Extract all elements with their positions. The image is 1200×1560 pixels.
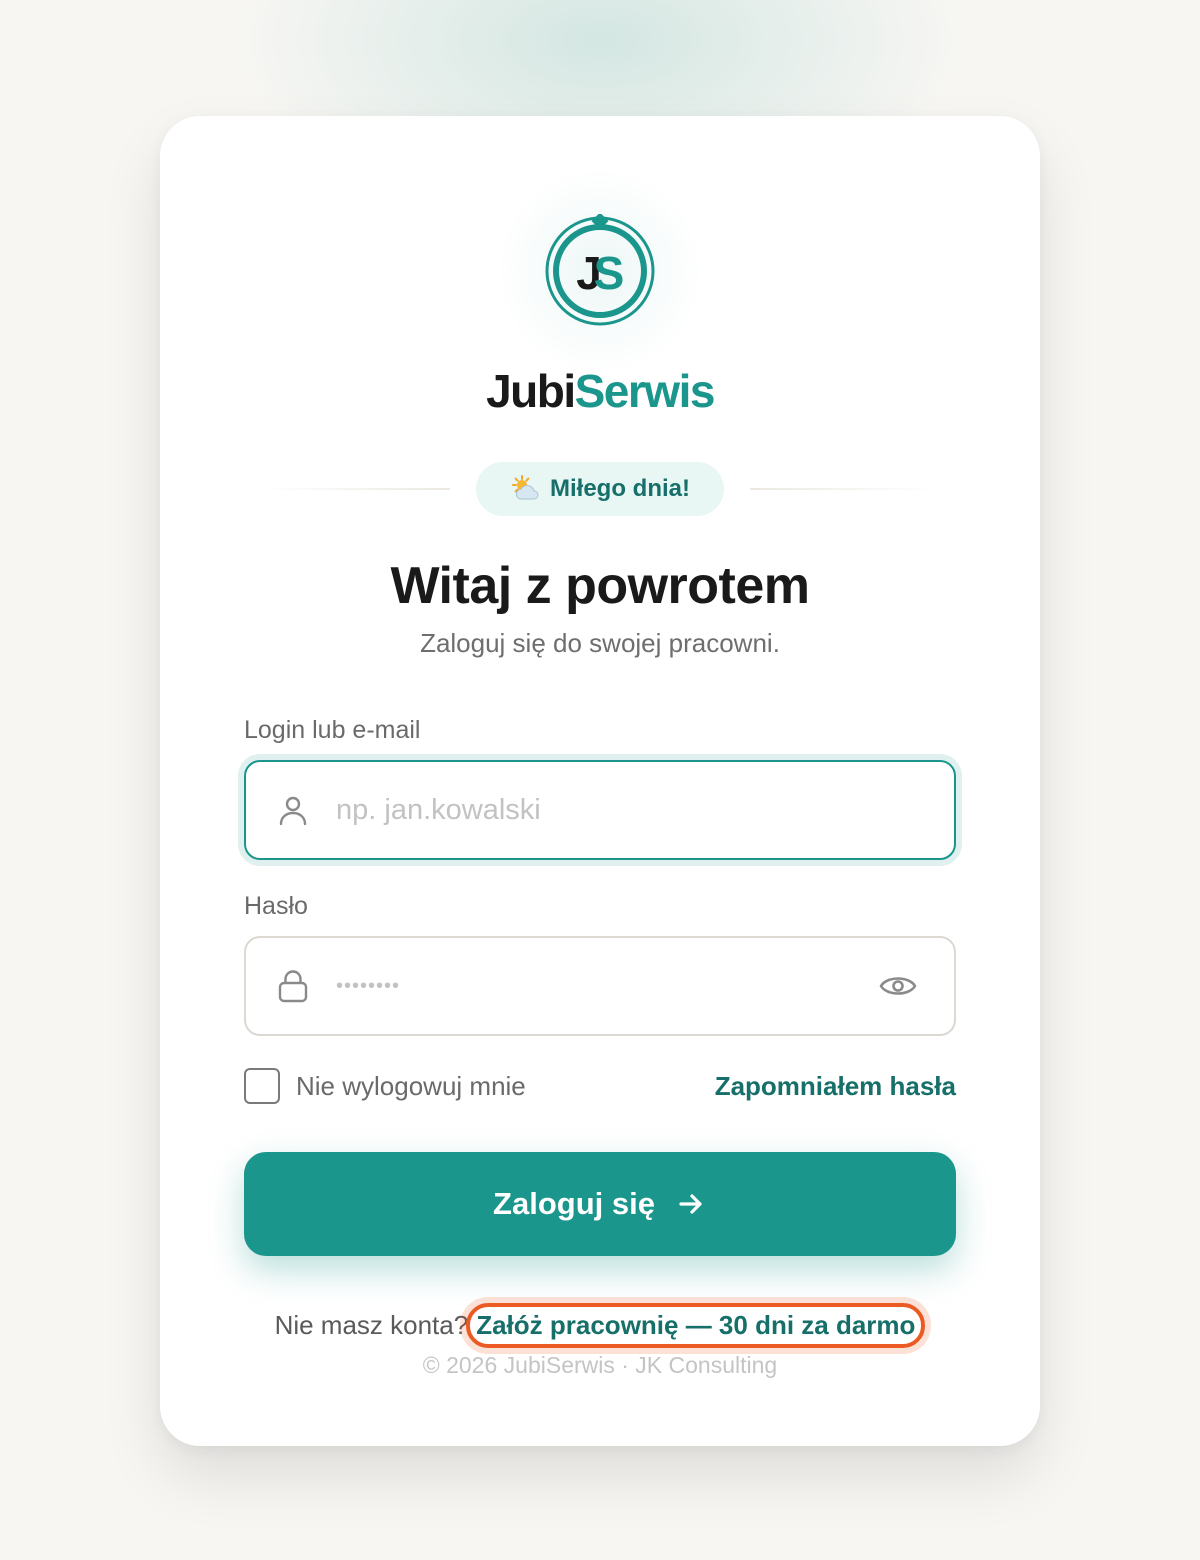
remember-checkbox[interactable]: [244, 1068, 280, 1104]
svg-text:S: S: [594, 247, 625, 299]
greeting-text: Miłego dnia!: [550, 475, 690, 502]
brand-name-part2: Serwis: [574, 365, 716, 417]
eye-icon[interactable]: [878, 966, 918, 1006]
sun-behind-cloud-icon: [512, 475, 539, 500]
page-subtitle: Zaloguj się do swojej pracowni.: [420, 628, 780, 658]
login-placeholder: np. jan.kowalski: [336, 793, 541, 826]
forgot-password-link[interactable]: Zapomniałem hasła: [715, 1071, 956, 1102]
logo-icon: J S: [545, 214, 655, 326]
divider-right: [750, 488, 940, 490]
user-icon: [279, 796, 307, 826]
password-field[interactable]: ••••••••: [244, 936, 956, 1036]
password-value: ••••••••: [336, 974, 401, 997]
page-title: Witaj z powrotem: [390, 557, 810, 615]
login-button[interactable]: Zaloguj się: [244, 1152, 956, 1256]
remember-label[interactable]: Nie wylogowuj mnie: [296, 1071, 526, 1102]
login-label: Login lub e-mail: [244, 716, 421, 744]
signup-prompt: Nie masz konta?: [274, 1310, 469, 1340]
greeting-badge: Miłego dnia!: [476, 462, 724, 516]
login-field[interactable]: np. jan.kowalski: [244, 760, 956, 860]
brand-name: JubiSerwis: [160, 364, 1040, 418]
signup-link[interactable]: Załóż pracownię — 30 dni za darmo: [466, 1303, 926, 1348]
arrow-right-icon: [679, 1194, 702, 1214]
divider-left: [260, 488, 450, 490]
signup-row: Nie masz konta? Załóż pracownię — 30 dni …: [160, 1303, 1040, 1348]
footer-copyright: © 2026 JubiSerwis · JK Consulting: [422, 1352, 778, 1378]
password-label: Hasło: [244, 892, 308, 920]
login-button-label: Zaloguj się: [493, 1186, 655, 1221]
brand-name-part1: Jubi: [486, 365, 576, 417]
lock-icon: [278, 970, 308, 1003]
login-card: J S JubiSerwis Miłego dnia! Witaj z powr…: [160, 116, 1040, 1446]
